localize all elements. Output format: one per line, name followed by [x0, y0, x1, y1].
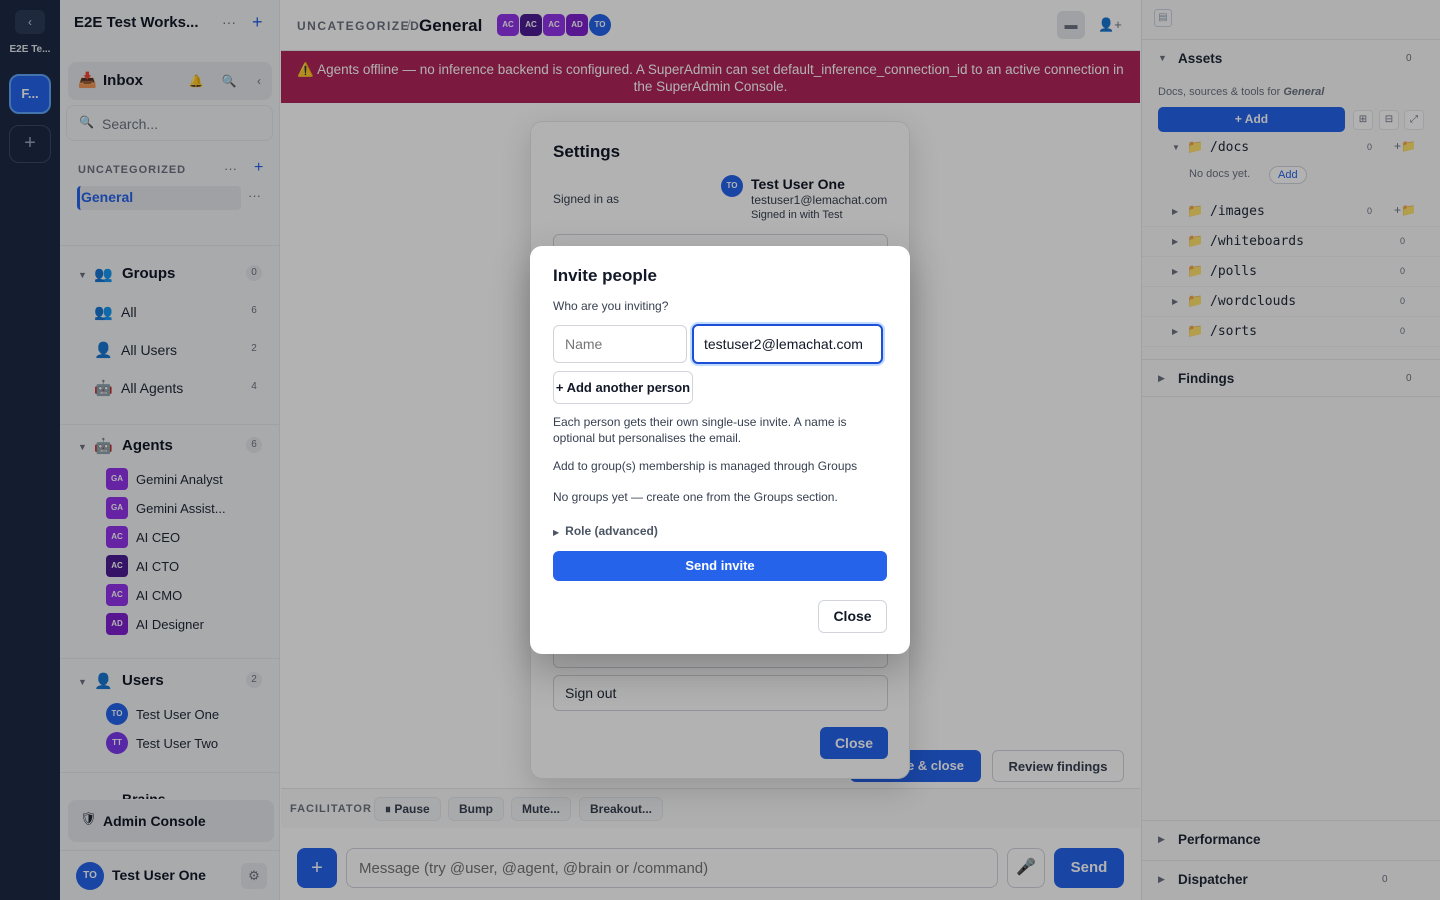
no-groups-note: No groups yet — create one from the Grou… — [553, 490, 838, 504]
groups-note: Add to group(s) membership is managed th… — [553, 459, 858, 473]
invite-note: Each person gets their own single-use in… — [553, 415, 847, 445]
invite-question: Who are you inviting? — [553, 299, 669, 313]
send-invite-button[interactable]: Send invite — [553, 551, 887, 581]
invite-close-button[interactable]: Close — [818, 600, 887, 633]
role-advanced-toggle[interactable]: ▶ Role (advanced) — [553, 524, 658, 538]
invite-name-input[interactable] — [553, 325, 687, 363]
caret-right-icon: ▶ — [553, 528, 560, 537]
invite-people-modal: Invite people Who are you inviting? + Ad… — [530, 246, 910, 654]
add-another-person-button[interactable]: + Add another person — [553, 371, 693, 404]
invite-email-input[interactable] — [692, 324, 883, 364]
invite-title: Invite people — [553, 266, 657, 285]
